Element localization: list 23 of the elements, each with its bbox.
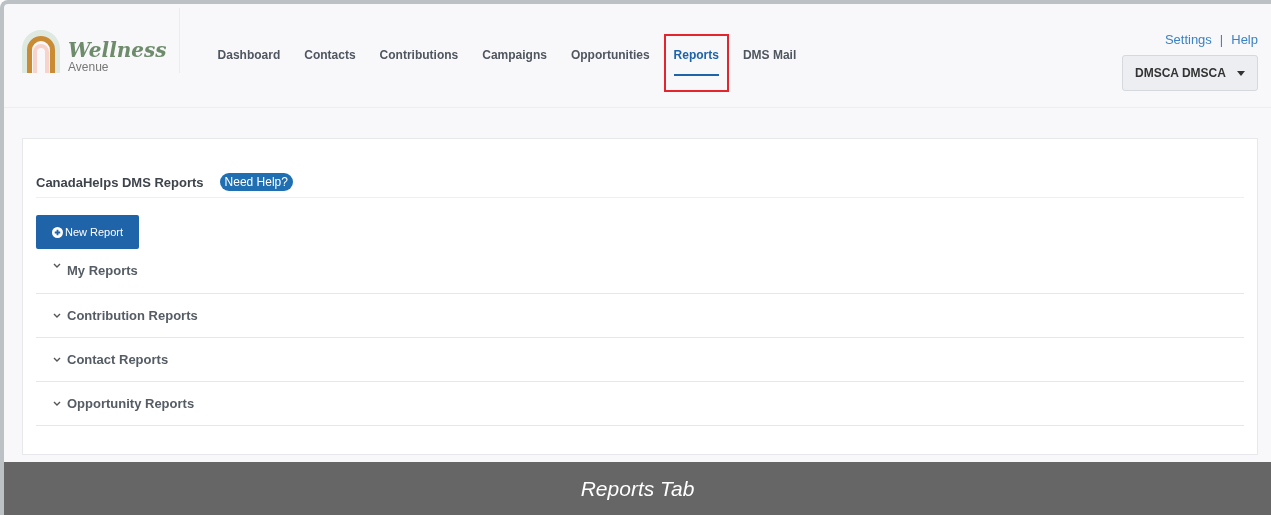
link-separator: | (1219, 32, 1224, 47)
nav-tab[interactable]: Opportunities (570, 48, 650, 76)
nav-tab[interactable]: Contributions (379, 48, 459, 76)
nav-tab[interactable]: Reports (673, 48, 719, 76)
report-section[interactable]: Contribution Reports (36, 294, 1244, 338)
nav-tab[interactable]: DMS Mail (742, 48, 797, 76)
report-section[interactable]: My Reports (36, 263, 1244, 294)
settings-link[interactable]: Settings (1164, 32, 1212, 47)
caption-text: Reports Tab (580, 476, 695, 501)
new-report-button[interactable]: New Report (36, 215, 140, 249)
nav-tab[interactable]: Dashboard (217, 48, 281, 76)
nav-tab[interactable]: Campaigns (482, 48, 547, 76)
report-section[interactable]: Contact Reports (36, 338, 1244, 382)
plus-circle-icon (52, 226, 63, 238)
logo-subtitle: Avenue (68, 61, 110, 73)
logo-title: Wellness (68, 40, 167, 60)
nav-tab[interactable]: Contacts (304, 48, 356, 76)
need-help-badge[interactable]: Need Help? (219, 173, 293, 191)
user-menu-button[interactable]: DMSCA DMSCA (1122, 55, 1258, 91)
help-link[interactable]: Help (1231, 32, 1258, 47)
report-section[interactable]: Opportunity Reports (36, 382, 1244, 426)
panel-title: CanadaHelps DMS Reports (36, 174, 204, 190)
caret-icon (1237, 70, 1245, 76)
